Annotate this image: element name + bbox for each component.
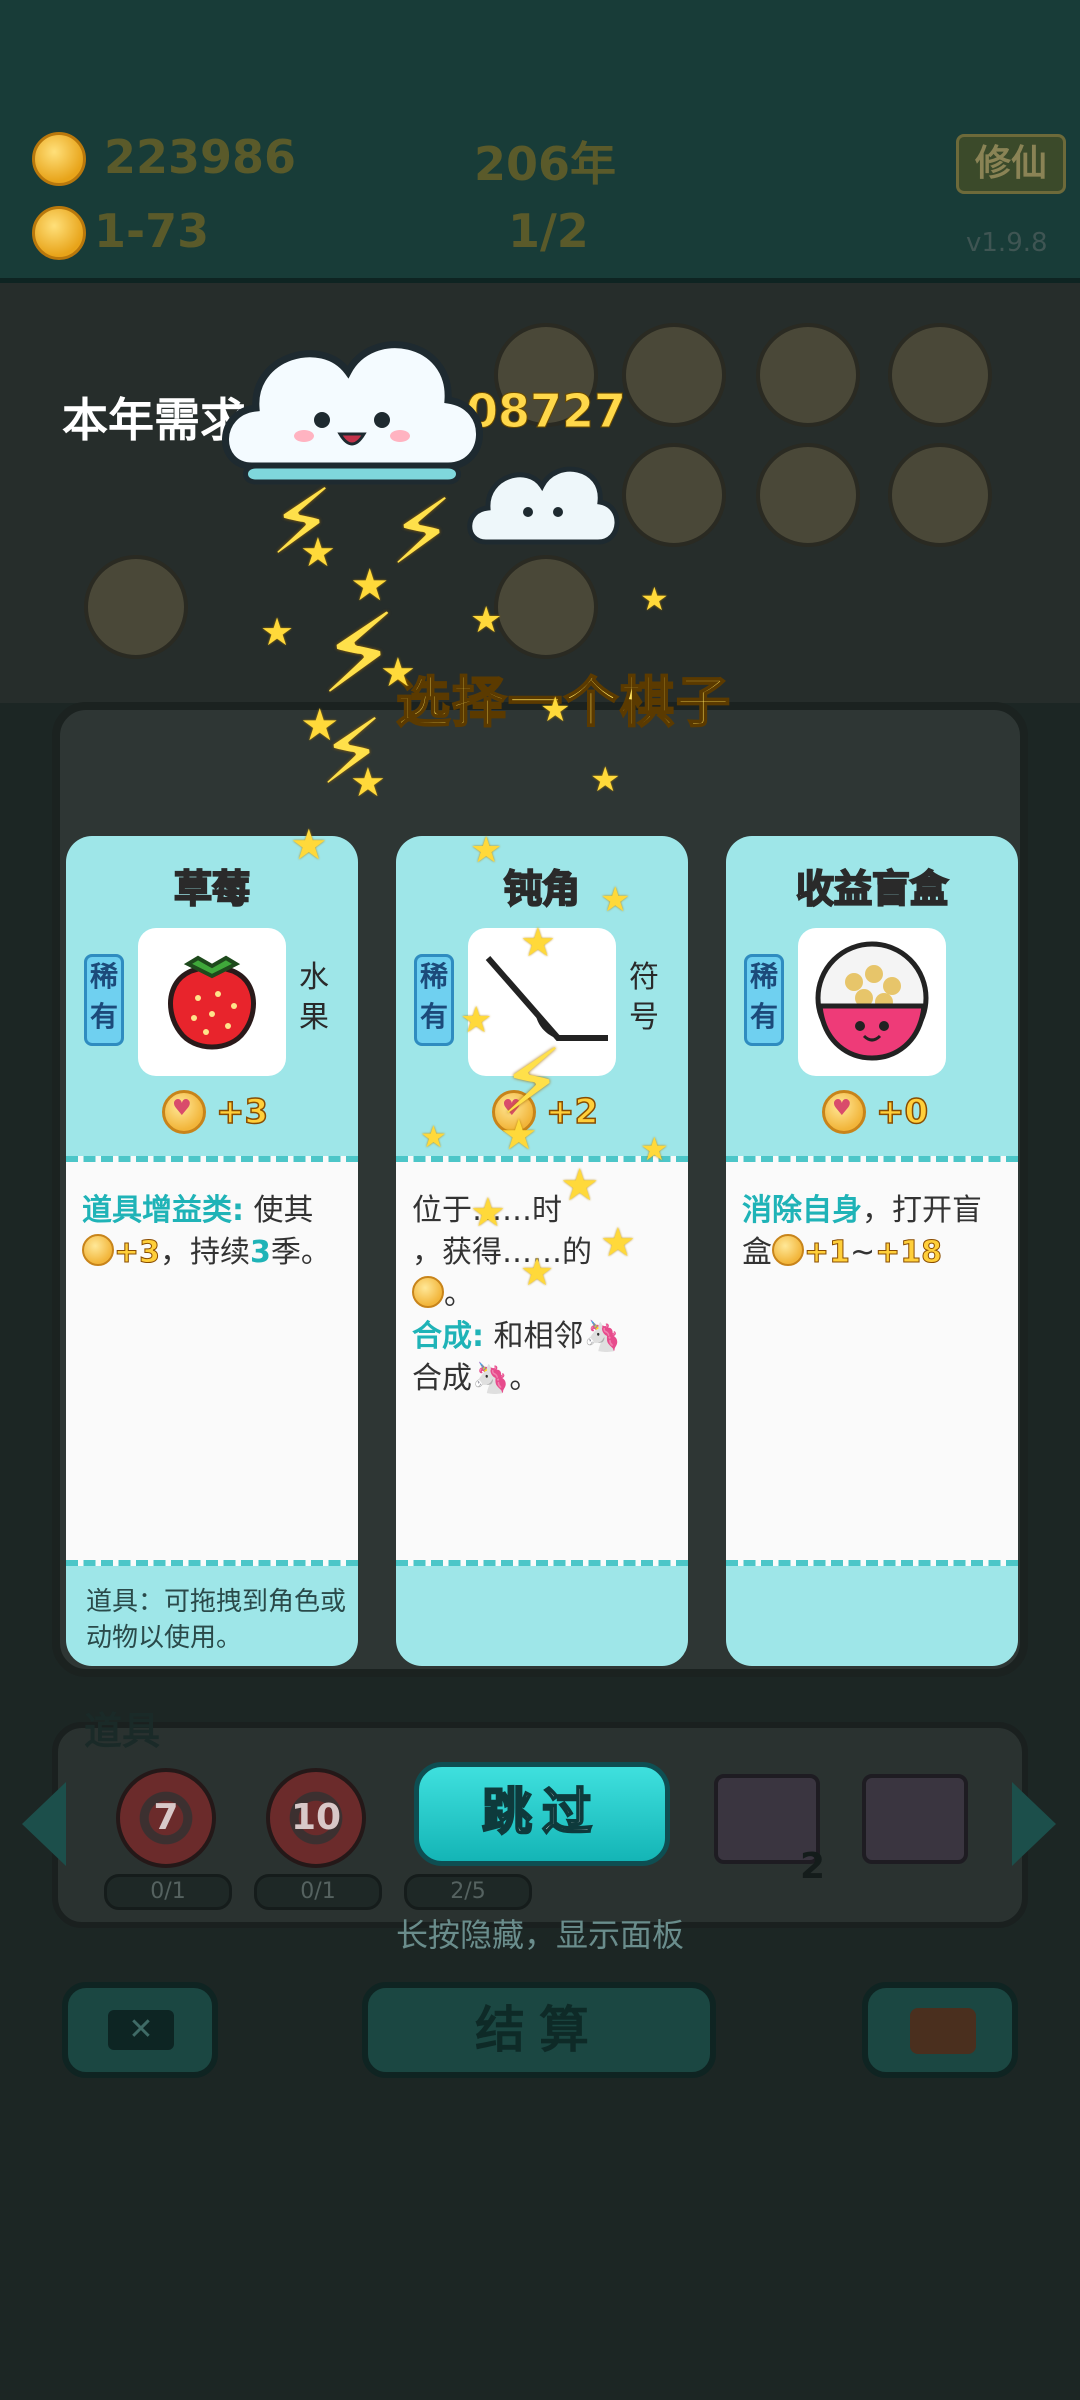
star-icon: ★ xyxy=(300,700,340,751)
star-icon: ★ xyxy=(260,610,295,654)
star-icon: ★ xyxy=(600,1220,636,1266)
heart-icon: ♥ xyxy=(172,1096,192,1121)
lightning-icon: ⚡ xyxy=(390,480,454,585)
year-counter: 206年 xyxy=(474,137,617,191)
per-turn-income: 1-73 xyxy=(94,204,210,258)
board-slot[interactable] xyxy=(888,443,992,547)
star-icon: ★ xyxy=(520,920,556,966)
tray-item-target[interactable]: 10 xyxy=(266,1768,366,1868)
star-icon: ★ xyxy=(460,1000,493,1041)
star-icon: ★ xyxy=(290,820,328,869)
mystery-bowl-icon xyxy=(815,941,929,1061)
star-icon: ★ xyxy=(640,1130,669,1168)
card-title: 钝角 xyxy=(503,866,581,912)
star-icon: ★ xyxy=(470,830,503,871)
board-slot[interactable] xyxy=(494,555,598,659)
piece-card-mystery-box[interactable]: 收益盲盒 稀有 ♥ +0 消除自身，打开盲盒 +1~+18 xyxy=(726,836,1018,1666)
tray-left-arrow-icon[interactable] xyxy=(22,1782,66,1866)
tray-item-count: 0/1 xyxy=(254,1874,382,1910)
income-value: ♥ +3 xyxy=(162,1088,282,1138)
star-icon: ★ xyxy=(520,1250,555,1294)
board-slot[interactable] xyxy=(622,323,726,427)
card-description: 道具增益类: 使其+3，持续3季。 xyxy=(66,1156,358,1566)
item-tray-title: 道具 xyxy=(84,1709,161,1753)
star-icon: ★ xyxy=(350,760,386,806)
backpack-button[interactable] xyxy=(862,1982,1018,2078)
strawberry-icon xyxy=(168,955,256,1050)
coin-icon xyxy=(32,132,86,186)
card-description: 位于……时 ，获得……的 。 合成: 和相邻🦄 合成🦄。 xyxy=(396,1156,688,1566)
card-description: 消除自身，打开盲盒 +1~+18 xyxy=(726,1156,1018,1566)
coin-icon xyxy=(412,1276,444,1308)
tray-right-arrow-icon[interactable] xyxy=(1012,1782,1056,1866)
tray-item-count: 2/5 xyxy=(404,1874,532,1910)
coin-icon xyxy=(772,1234,804,1266)
board-slot[interactable] xyxy=(756,323,860,427)
rarity-badge: 稀有 xyxy=(744,954,784,1046)
hide-panel-hint: 长按隐藏，显示面板 xyxy=(395,1916,684,1954)
board-slot[interactable] xyxy=(84,555,188,659)
star-icon: ★ xyxy=(380,650,416,696)
star-icon: ★ xyxy=(500,1110,538,1159)
description-text: 道具增益类: 使其+3，持续3季。 xyxy=(82,1193,331,1271)
star-icon: ★ xyxy=(560,1160,600,1211)
piece-card-strawberry[interactable]: 草莓 稀有 水果 ♥ +3 道具增益类: 使其+3，持续3季。 道具：可拖拽到角… xyxy=(66,836,358,1666)
slot-machine-icon[interactable] xyxy=(862,1774,968,1864)
skip-button[interactable]: 跳过 xyxy=(414,1762,670,1866)
star-icon: ★ xyxy=(590,760,621,800)
small-cloud-icon xyxy=(467,466,620,545)
board-slot[interactable] xyxy=(622,443,726,547)
cloud-mascot-icon xyxy=(222,341,483,485)
card-picture xyxy=(798,928,946,1076)
card-footnote: 道具：可拖拽到角色或动物以使用。 xyxy=(86,1587,347,1653)
star-icon: ★ xyxy=(540,690,571,730)
heart-icon: ♥ xyxy=(832,1096,852,1121)
star-icon: ★ xyxy=(640,580,669,618)
coin-icon xyxy=(82,1234,114,1266)
rarity-badge: 稀有 xyxy=(84,954,124,1046)
rarity-badge: 稀有 xyxy=(414,954,454,1046)
star-icon: ★ xyxy=(600,880,631,920)
unicorn-icon: 🦄 xyxy=(583,1319,621,1354)
card-category: 水果 xyxy=(299,960,329,1035)
card-category: 符号 xyxy=(629,960,659,1035)
tray-item-target[interactable]: 7 xyxy=(116,1768,216,1868)
income-value: ♥ +0 xyxy=(822,1088,942,1138)
star-icon: ★ xyxy=(470,600,503,641)
version-label: v1.9.8 xyxy=(966,228,1048,258)
slot-machine-count: 2 xyxy=(800,1846,826,1887)
card-title: 收益盲盒 xyxy=(795,866,949,912)
star-icon: ★ xyxy=(300,530,336,576)
board-slot[interactable] xyxy=(756,443,860,547)
card-picture xyxy=(138,928,286,1076)
board-slot[interactable] xyxy=(888,323,992,427)
unicorn-icon: 🦄 xyxy=(472,1361,510,1396)
star-icon: ★ xyxy=(470,1190,506,1236)
round-progress: 1/2 xyxy=(508,204,589,258)
cultivate-button[interactable]: 修仙 xyxy=(956,134,1066,194)
star-icon: ★ xyxy=(350,560,390,611)
remove-button[interactable]: ✕ xyxy=(62,1982,218,2078)
close-icon: ✕ xyxy=(108,2010,174,2050)
briefcase-icon xyxy=(910,2008,976,2054)
settle-label: 结算 xyxy=(475,2001,603,2059)
coin-total: 223986 xyxy=(104,130,297,184)
settle-button[interactable]: 结算 xyxy=(362,1982,716,2078)
star-icon: ★ xyxy=(420,1120,447,1155)
coin-icon xyxy=(32,206,86,260)
description-text: 消除自身，打开盲盒 +1~+18 xyxy=(742,1193,982,1271)
tray-item-count: 0/1 xyxy=(104,1874,232,1910)
